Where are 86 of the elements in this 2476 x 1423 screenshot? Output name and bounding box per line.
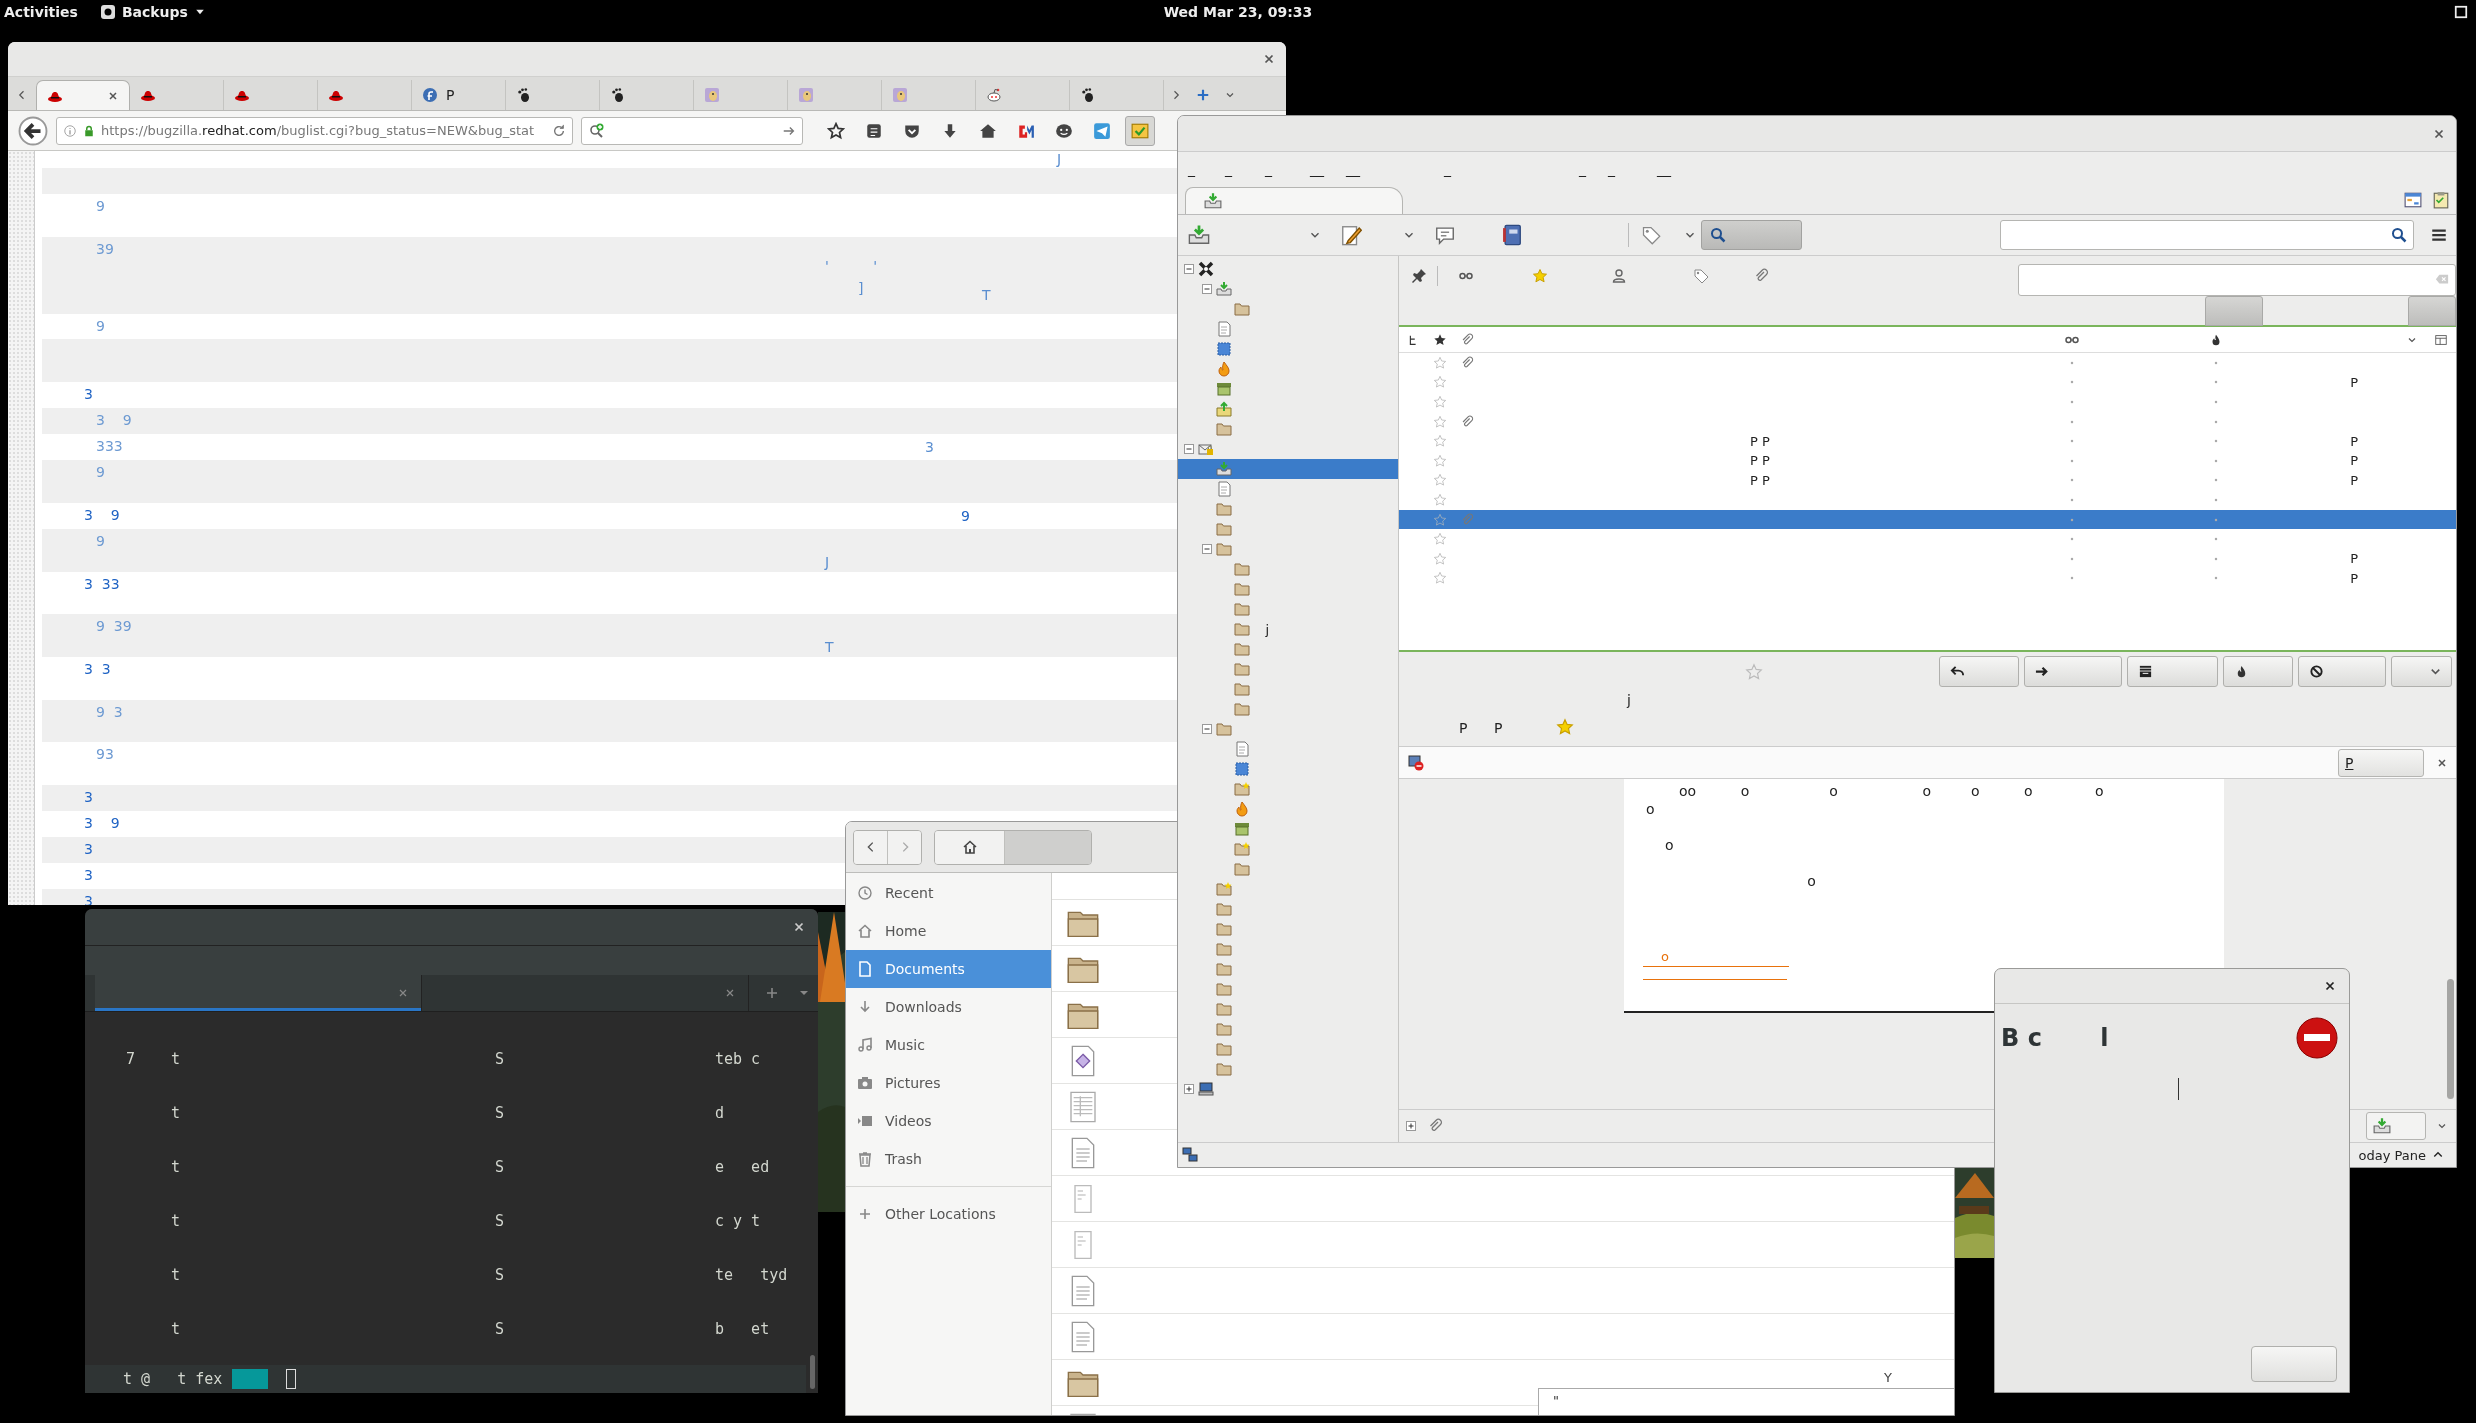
terminal-text: S xyxy=(495,1266,506,1284)
menu-item[interactable]: _ xyxy=(1608,160,1615,177)
terminal-text: c y t xyxy=(715,1212,762,1230)
message-row[interactable]: P P P xyxy=(1399,431,2456,451)
message-date: P xyxy=(2350,453,2358,469)
cell-text: ' ' xyxy=(825,257,879,276)
bug-link[interactable]: 3 xyxy=(84,382,825,402)
app-menu[interactable]: Backups xyxy=(121,4,188,20)
dialog-heading: B c l xyxy=(2001,1024,2109,1052)
message-subject: P P xyxy=(1750,433,1770,449)
message-date: P xyxy=(2350,472,2358,488)
cell-text: 9 xyxy=(961,508,971,524)
terminal-text: t xyxy=(171,1266,182,1284)
message-subject: P P xyxy=(1750,472,1770,488)
menu-item[interactable]: _ xyxy=(1188,160,1195,177)
terminal-text: S xyxy=(495,1050,506,1068)
body-text: oo o o o o o o xyxy=(1679,783,2104,799)
menu-item[interactable]: __ xyxy=(1310,160,1324,177)
terminal-text: te tyd xyxy=(715,1266,789,1284)
terminal-text: b et xyxy=(715,1320,771,1338)
bug-link[interactable]: 3 33 xyxy=(84,572,825,592)
header-field: P xyxy=(1494,720,1503,736)
message-row[interactable]: P P P xyxy=(1399,450,2456,471)
prompt-text: t @ t fex xyxy=(123,1370,223,1388)
folder-item[interactable]: j xyxy=(1178,619,1398,639)
browser-tab[interactable]: P xyxy=(412,80,506,110)
activities-button[interactable]: Activities xyxy=(4,4,78,20)
file-detail: Y xyxy=(1884,1370,1892,1385)
message-date: P xyxy=(2350,570,2358,586)
menu-item[interactable]: _ xyxy=(1225,160,1232,177)
bug-link[interactable]: 3 xyxy=(84,785,825,805)
terminal-text: teb c xyxy=(715,1050,762,1068)
options-button[interactable]: P xyxy=(2338,748,2424,777)
terminal-text: e ed xyxy=(715,1158,771,1176)
cell-text: J xyxy=(825,554,831,572)
terminal-text: t xyxy=(171,1158,182,1176)
quote-field[interactable]: " xyxy=(1538,1388,1954,1415)
cell-text: J xyxy=(1057,151,1063,167)
cell-text: ] xyxy=(858,278,865,296)
bug-link[interactable]: 3 3 xyxy=(84,657,825,677)
terminal-text: d xyxy=(715,1104,726,1122)
terminal-text: S xyxy=(495,1212,506,1230)
terminal-text: S xyxy=(495,1320,506,1338)
terminal-text: 7 xyxy=(126,1050,137,1068)
message-row[interactable]: P xyxy=(1399,372,2456,393)
message-row[interactable]: P xyxy=(1399,548,2456,569)
header-field: P xyxy=(1459,720,1468,736)
menu-item[interactable]: __ xyxy=(1657,160,1671,177)
terminal-text: t xyxy=(171,1050,182,1068)
body-text: o xyxy=(1806,873,1816,889)
sidebar-item[interactable]: Music xyxy=(846,1026,1051,1064)
menu-item[interactable]: _ xyxy=(1579,160,1586,177)
message-date: P xyxy=(2350,551,2358,567)
bug-link[interactable]: 3 9 xyxy=(84,503,825,523)
sidebar-item[interactable]: Other Locations xyxy=(846,1195,1051,1233)
clock[interactable]: Wed Mar 23, 09:33 xyxy=(1163,4,1313,20)
cell-text: T xyxy=(982,286,992,303)
menu-item[interactable]: _ xyxy=(1444,160,1451,177)
message-row[interactable]: P P P xyxy=(1399,470,2456,491)
cell-text: T xyxy=(825,639,835,657)
sidebar-item[interactable]: Home xyxy=(846,912,1051,950)
message-subject: j xyxy=(1627,692,1631,708)
menu-item[interactable]: _ xyxy=(1265,160,1272,177)
body-text: o xyxy=(1646,801,1655,817)
url-field[interactable]: https://bugzilla.redhat.com/buglist.cgi?bug_status=NEW&bug_stat xyxy=(56,116,573,145)
terminal-text: S xyxy=(495,1104,506,1122)
message-date: P xyxy=(2350,374,2358,390)
bug-link[interactable]: 3 9 xyxy=(84,811,825,831)
today-pane-toggle[interactable]: oday Pane xyxy=(2358,1147,2426,1163)
body-text: o xyxy=(1663,837,1674,853)
message-row[interactable]: P xyxy=(1399,568,2456,589)
terminal-text: t xyxy=(171,1104,182,1122)
menu-item[interactable]: __ xyxy=(1346,160,1360,177)
sidebar-item[interactable]: Pictures xyxy=(846,1064,1051,1102)
sidebar-item[interactable]: Videos xyxy=(846,1102,1051,1140)
bug-link[interactable]: 3 xyxy=(84,863,825,883)
message-date: P xyxy=(2350,433,2358,449)
bug-link[interactable]: 3 xyxy=(84,837,825,857)
sidebar-item[interactable]: Trash xyxy=(846,1140,1051,1178)
terminal-text: t xyxy=(171,1212,182,1230)
sidebar-item[interactable]: Recent xyxy=(846,874,1051,912)
terminal-text: t xyxy=(171,1320,182,1338)
terminal-text: S xyxy=(495,1158,506,1176)
sidebar-item[interactable]: Downloads xyxy=(846,988,1051,1026)
cell-text: 3 xyxy=(925,439,935,455)
message-subject: P P xyxy=(1750,453,1770,469)
